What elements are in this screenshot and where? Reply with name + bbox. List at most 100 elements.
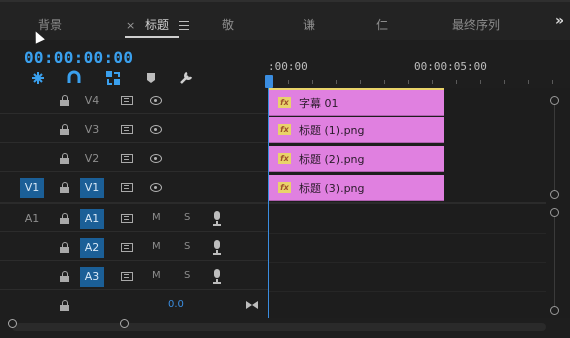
eye-icon[interactable]	[150, 125, 162, 134]
lock-icon[interactable]	[60, 213, 69, 224]
solo-button[interactable]: S	[184, 212, 190, 223]
eye-icon[interactable]	[150, 96, 162, 105]
mute-button[interactable]: M	[152, 212, 161, 223]
track-row-v3: V3	[0, 117, 268, 143]
audio-scroll-top-knob[interactable]	[550, 208, 559, 217]
track-row-a1: A1 A1 M S	[0, 206, 268, 232]
mute-button[interactable]: M	[152, 241, 161, 252]
tab-final-sequence[interactable]: 最终序列	[452, 16, 500, 33]
video-scroll-top-knob[interactable]	[550, 96, 559, 105]
eye-icon[interactable]	[150, 154, 162, 163]
clip-subtitle[interactable]: fx 字幕 01	[269, 90, 444, 116]
bowtie-icon[interactable]	[246, 301, 258, 309]
ruler-tick	[312, 80, 313, 84]
track-row-mix: 0.0	[0, 293, 268, 319]
tab-ren[interactable]: 仁	[376, 16, 388, 33]
overflow-icon[interactable]: »	[555, 13, 564, 29]
ruler-tick	[552, 80, 553, 84]
tab-title[interactable]: × 标题	[126, 16, 189, 33]
ruler-tick	[384, 80, 385, 84]
marker-icon[interactable]	[143, 70, 159, 86]
horizontal-zoom-track[interactable]	[12, 323, 546, 331]
playhead-line[interactable]	[268, 88, 269, 318]
sync-lock-icon[interactable]	[121, 243, 133, 252]
lock-icon[interactable]	[60, 300, 69, 311]
source-patch-v1[interactable]: V1	[20, 178, 44, 198]
sync-lock-icon[interactable]	[121, 125, 133, 134]
tab-qian[interactable]: 谦	[303, 16, 315, 33]
vertical-zoom-rail	[546, 88, 570, 318]
track-name-v4[interactable]: V4	[80, 91, 104, 111]
clip-label: 标题 (1).png	[299, 124, 365, 137]
video-scroll-bottom-knob[interactable]	[550, 190, 559, 199]
linked-selection-icon[interactable]	[105, 70, 121, 86]
lock-icon[interactable]	[60, 182, 69, 193]
sync-lock-icon[interactable]	[121, 272, 133, 281]
solo-button[interactable]: S	[184, 241, 190, 252]
menu-icon[interactable]	[178, 21, 189, 30]
ruler-mark-label: 00:00:05:00	[414, 60, 487, 73]
track-row-a3: A3 M S	[0, 264, 268, 290]
lock-icon[interactable]	[60, 124, 69, 135]
track-name-a3[interactable]: A3	[80, 267, 104, 287]
tab-jing[interactable]: 敬	[222, 16, 234, 33]
eye-icon[interactable]	[150, 183, 162, 192]
track-name-v3[interactable]: V3	[80, 120, 104, 140]
track-row-v4: V4	[0, 88, 268, 114]
track-row-v2: V2	[0, 146, 268, 172]
sync-lock-icon[interactable]	[121, 214, 133, 223]
fx-badge: fx	[278, 153, 291, 164]
lock-icon[interactable]	[60, 242, 69, 253]
audio-scroll-bottom-knob[interactable]	[550, 306, 559, 315]
track-name-v1[interactable]: V1	[80, 178, 104, 198]
tab-background[interactable]: 背景	[38, 16, 62, 33]
track-row-v1: V1 V1	[0, 175, 268, 201]
track-name-a2[interactable]: A2	[80, 238, 104, 258]
ruler-tick	[504, 80, 505, 84]
wrench-icon[interactable]	[178, 70, 194, 86]
clip-title-1[interactable]: fx 标题 (1).png	[269, 117, 444, 143]
lock-icon[interactable]	[60, 95, 69, 106]
playhead-handle[interactable]	[265, 75, 273, 88]
ruler-tick	[480, 80, 481, 84]
time-ruler[interactable]: :00:00 00:00:05:00	[268, 48, 570, 88]
fx-badge: fx	[278, 124, 291, 135]
playhead-timecode[interactable]: 00:00:00:00	[24, 48, 133, 67]
clip-title-2[interactable]: fx 标题 (2).png	[269, 146, 444, 172]
microphone-icon[interactable]	[213, 240, 221, 256]
ruler-tick	[528, 80, 529, 84]
mute-button[interactable]: M	[152, 270, 161, 281]
lock-icon[interactable]	[60, 271, 69, 282]
close-icon[interactable]: ×	[126, 19, 135, 32]
sync-lock-icon[interactable]	[121, 96, 133, 105]
sync-lock-icon[interactable]	[121, 183, 133, 192]
clip-label: 标题 (2).png	[299, 153, 365, 166]
clip-label: 标题 (3).png	[299, 182, 365, 195]
fx-badge: fx	[278, 182, 291, 193]
lock-icon[interactable]	[60, 153, 69, 164]
track-name-a1[interactable]: A1	[80, 209, 104, 229]
solo-button[interactable]: S	[184, 270, 190, 281]
microphone-icon[interactable]	[213, 211, 221, 227]
fx-badge: fx	[278, 97, 291, 108]
zoom-right-knob[interactable]	[120, 319, 129, 328]
zoom-left-knob[interactable]	[8, 319, 17, 328]
source-patch-a1[interactable]: A1	[20, 209, 44, 229]
sequence-tab-bar: 背景 × 标题 敬 谦 仁 最终序列 »	[0, 0, 570, 40]
snap-icon[interactable]	[30, 70, 46, 86]
ruler-tick	[432, 80, 433, 84]
clip-title-3[interactable]: fx 标题 (3).png	[269, 175, 444, 201]
microphone-icon[interactable]	[213, 269, 221, 285]
ruler-start-label: :00:00	[268, 60, 308, 73]
active-tab-underline	[125, 36, 179, 38]
mix-volume-value[interactable]: 0.0	[168, 299, 184, 310]
magnet-icon[interactable]	[66, 70, 82, 86]
ruler-tick	[288, 80, 289, 84]
track-row-a2: A2 M S	[0, 235, 268, 261]
sync-lock-icon[interactable]	[121, 154, 133, 163]
track-name-v2[interactable]: V2	[80, 149, 104, 169]
ruler-tick	[456, 80, 457, 84]
horizontal-zoom-bar	[0, 318, 570, 338]
ruler-tick	[360, 80, 361, 84]
video-audio-divider[interactable]	[0, 202, 546, 204]
